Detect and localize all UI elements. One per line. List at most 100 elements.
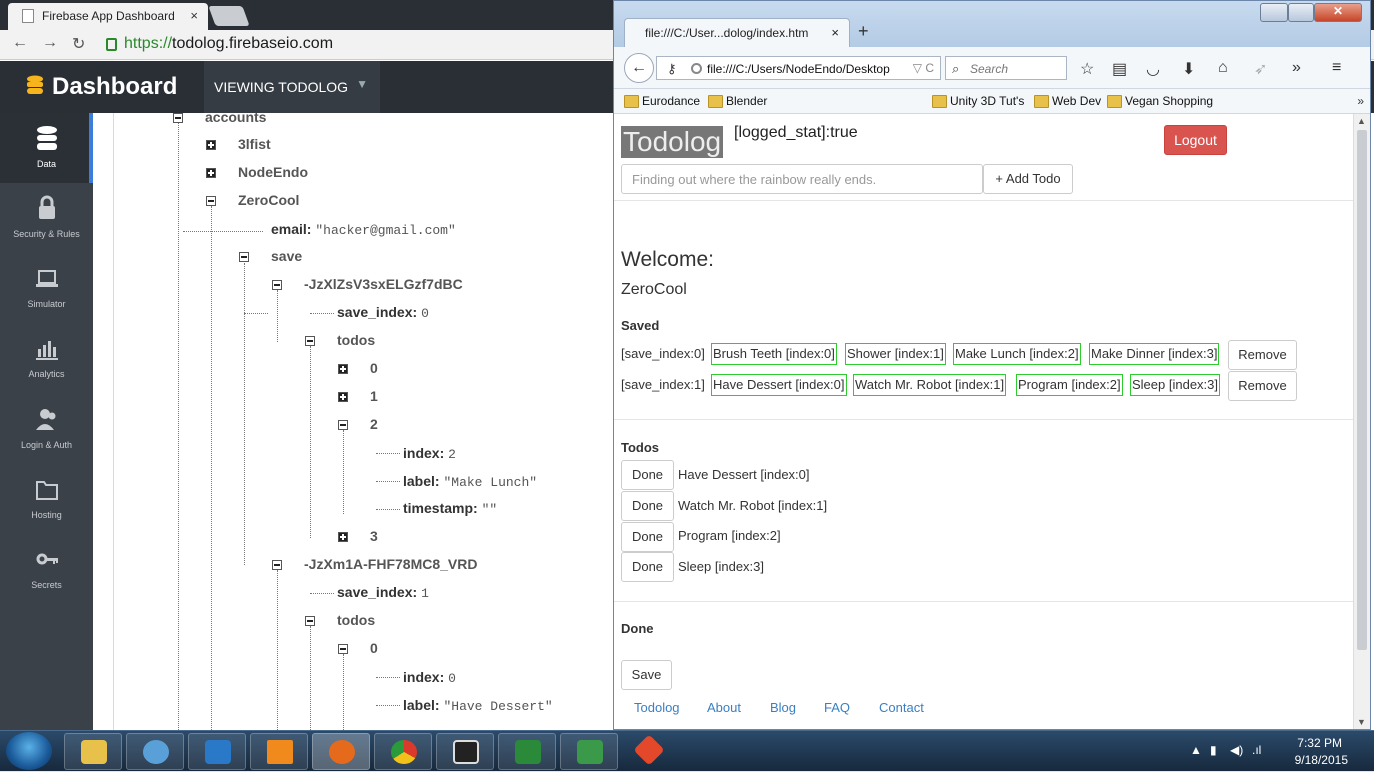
send-icon[interactable]: ➶ — [1254, 59, 1267, 79]
sidebar-item-secrets[interactable]: Secrets — [0, 534, 93, 604]
tree-node-save[interactable]: save — [271, 248, 302, 264]
dropdown-reload-icon[interactable]: ▽ C — [913, 61, 934, 75]
menu-hamburger-icon[interactable]: ≡ — [1332, 59, 1341, 77]
tree-node-todo-1[interactable]: 1 — [370, 388, 378, 404]
bookmark-folder-blender[interactable]: Blender — [708, 94, 767, 108]
tree-node-nodeendo[interactable]: NodeEndo — [238, 164, 308, 180]
taskbar-explorer[interactable] — [64, 733, 122, 770]
firefox-tab-todolog[interactable]: file:///C:/User...dolog/index.htm × — [624, 18, 850, 47]
expand-icon[interactable] — [338, 392, 348, 402]
add-todo-button[interactable]: + Add Todo — [983, 164, 1073, 194]
saved-todo-chip[interactable]: Have Dessert [index:0] — [711, 374, 847, 396]
chrome-new-tab-button[interactable] — [208, 6, 250, 26]
clock-time[interactable]: 7:32 PM — [1297, 736, 1342, 750]
taskbar-vlc[interactable] — [250, 733, 308, 770]
forward-arrow-icon[interactable]: → — [42, 34, 58, 52]
taskbar-vim[interactable] — [498, 733, 556, 770]
chrome-address-bar[interactable]: https://todolog.firebaseio.com — [102, 33, 622, 57]
saved-todo-chip[interactable]: Watch Mr. Robot [index:1] — [853, 374, 1007, 396]
volume-icon[interactable]: ◀) — [1230, 743, 1243, 757]
saved-todo-chip[interactable]: Make Lunch [index:2] — [953, 343, 1081, 365]
tree-node-accounts[interactable]: accounts — [205, 113, 266, 125]
bookmark-folder-eurodance[interactable]: Eurodance — [624, 94, 700, 108]
scroll-up-icon[interactable]: ▲ — [1357, 116, 1366, 126]
remove-save-button[interactable]: Remove — [1228, 340, 1297, 370]
saved-todo-chip[interactable]: Shower [index:1] — [845, 343, 946, 365]
taskbar-media[interactable] — [188, 733, 246, 770]
tree-node-todo-0[interactable]: 0 — [370, 640, 378, 656]
footer-link-contact[interactable]: Contact — [879, 700, 924, 715]
collapse-icon[interactable] — [173, 113, 183, 123]
scroll-down-icon[interactable]: ▼ — [1357, 717, 1366, 727]
tree-node-save-index[interactable]: save_index: 1 — [337, 584, 429, 601]
power-icon[interactable]: ▮ — [1210, 743, 1217, 757]
done-button[interactable]: Done — [621, 491, 674, 521]
sidebar-item-analytics[interactable]: Analytics — [0, 323, 93, 393]
sidebar-item-data[interactable]: Data — [0, 113, 93, 183]
save-button[interactable]: Save — [621, 660, 672, 690]
bookmark-folder-webdev[interactable]: Web Dev — [1034, 94, 1101, 108]
logout-button[interactable]: Logout — [1164, 125, 1227, 155]
home-icon[interactable]: ⌂ — [1218, 59, 1228, 77]
collapse-icon[interactable] — [305, 336, 315, 346]
sidebar-item-security[interactable]: Security & Rules — [0, 183, 93, 253]
collapse-icon[interactable] — [272, 280, 282, 290]
brand-title[interactable]: Todolog — [621, 126, 724, 158]
taskbar-terminal[interactable] — [436, 733, 494, 770]
collapse-icon[interactable] — [305, 616, 315, 626]
saved-todo-chip[interactable]: Brush Teeth [index:0] — [711, 343, 837, 365]
footer-link-faq[interactable]: FAQ — [824, 700, 850, 715]
close-window-icon[interactable]: ✕ — [1314, 3, 1362, 22]
tree-node-3lfist[interactable]: 3lfist — [238, 136, 271, 152]
overflow-icon[interactable]: » — [1292, 59, 1301, 77]
back-arrow-icon[interactable]: ← — [12, 34, 28, 52]
collapse-icon[interactable] — [338, 644, 348, 654]
clock-date[interactable]: 9/18/2015 — [1295, 753, 1348, 767]
bookmark-folder-vegan[interactable]: Vegan Shopping — [1107, 94, 1213, 108]
expand-icon[interactable] — [206, 140, 216, 150]
scrollbar-thumb[interactable] — [1357, 130, 1367, 650]
expand-icon[interactable] — [338, 364, 348, 374]
tree-node-label[interactable]: label: "Make Lunch" — [403, 473, 537, 490]
taskbar-git[interactable] — [622, 733, 680, 770]
pocket-icon[interactable]: ◡ — [1146, 59, 1160, 79]
tree-node-index[interactable]: index: 0 — [403, 669, 456, 686]
firefox-tab-close-icon[interactable]: × — [831, 25, 839, 40]
taskbar-firefox[interactable] — [312, 733, 370, 770]
collapse-icon[interactable] — [206, 196, 216, 206]
tree-node-todo-3[interactable]: 3 — [370, 528, 378, 544]
bookmark-star-icon[interactable]: ☆ — [1080, 59, 1094, 79]
tree-node-todo-0[interactable]: 0 — [370, 360, 378, 376]
new-tab-plus-icon[interactable]: + — [858, 21, 869, 42]
saved-todo-chip[interactable]: Make Dinner [index:3] — [1089, 343, 1220, 365]
firefox-url-bar[interactable]: ⚷ file:///C:/Users/NodeEndo/Desktop ▽ C — [656, 56, 941, 80]
sidebar-item-simulator[interactable]: Simulator — [0, 253, 93, 323]
expand-icon[interactable] — [338, 532, 348, 542]
maximize-icon[interactable] — [1288, 3, 1314, 22]
footer-link-about[interactable]: About — [707, 700, 741, 715]
tree-node-index[interactable]: index: 2 — [403, 445, 456, 462]
sidebar-item-hosting[interactable]: Hosting — [0, 464, 93, 534]
saved-todo-chip[interactable]: Program [index:2] — [1016, 374, 1123, 396]
minimize-icon[interactable] — [1260, 3, 1288, 22]
footer-link-todolog[interactable]: Todolog — [634, 700, 680, 715]
bookmarks-more-icon[interactable]: » — [1357, 94, 1364, 108]
taskbar-chrome[interactable] — [374, 733, 432, 770]
done-button[interactable]: Done — [621, 522, 674, 552]
taskbar-editor[interactable] — [560, 733, 618, 770]
page-scrollbar[interactable]: ▲ ▼ — [1353, 114, 1370, 729]
footer-link-blog[interactable]: Blog — [770, 700, 796, 715]
tree-node-save-2[interactable]: -JzXm1A-FHF78MC8_VRD — [304, 556, 477, 572]
collapse-icon[interactable] — [272, 560, 282, 570]
identity-key-icon[interactable]: ⚷ — [667, 61, 677, 77]
collapse-icon[interactable] — [239, 252, 249, 262]
chrome-tab-close-icon[interactable]: × — [190, 8, 198, 23]
back-arrow-icon[interactable]: ← — [624, 53, 654, 83]
tree-node-timestamp[interactable]: timestamp: "" — [403, 500, 497, 517]
network-signal-icon[interactable]: .ıl — [1252, 743, 1261, 757]
todo-input[interactable]: Finding out where the rainbow really end… — [621, 164, 983, 194]
tree-node-email[interactable]: email: "hacker@gmail.com" — [271, 221, 456, 238]
show-hidden-icons-icon[interactable]: ▲ — [1190, 743, 1202, 757]
remove-save-button[interactable]: Remove — [1228, 371, 1297, 401]
tree-node-todos[interactable]: todos — [337, 332, 375, 348]
